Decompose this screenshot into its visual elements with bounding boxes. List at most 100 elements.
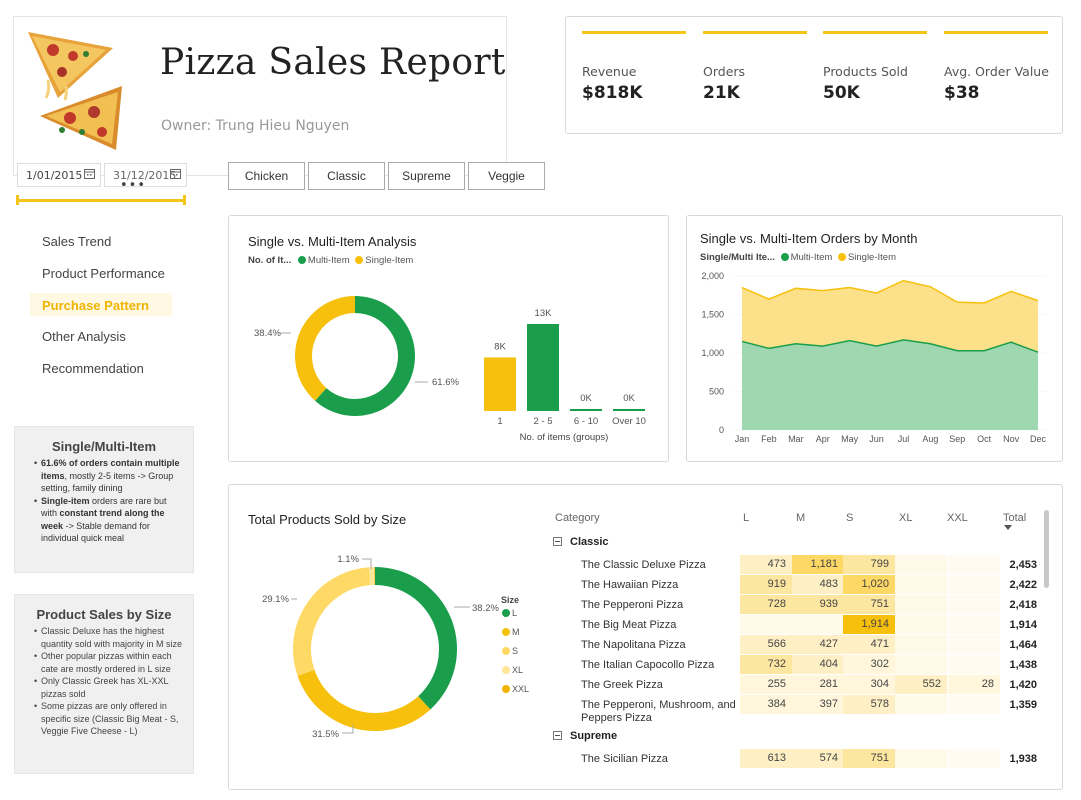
data-label: 61.6%	[432, 377, 459, 388]
table-cell-m: 427	[792, 635, 844, 654]
x-tick-label: Feb	[761, 434, 777, 444]
table-cell-xxl	[948, 749, 1000, 768]
data-label: 1.1%	[337, 554, 359, 565]
bar-data-label: 8K	[494, 341, 506, 352]
row-label: The Italian Capocollo Pizza	[581, 659, 715, 671]
table-cell-l: 728	[740, 595, 792, 614]
category-button-chicken[interactable]: Chicken	[228, 162, 305, 190]
table-cell-l: 384	[740, 695, 792, 714]
table-cell-s: 304	[843, 675, 895, 694]
row-total: 1,464	[1009, 639, 1037, 651]
nav-item-sales-trend[interactable]: Sales Trend	[42, 234, 111, 249]
column-header-total[interactable]: Total	[1003, 512, 1026, 524]
table-cell-l: 566	[740, 635, 792, 654]
row-total: 2,453	[1009, 559, 1037, 571]
legend-item-l: L	[512, 608, 517, 618]
collapse-icon[interactable]	[553, 731, 562, 740]
slider-handle-end[interactable]	[183, 195, 186, 205]
single-multi-panel: Single vs. Multi-Item Analysis No. of It…	[228, 215, 669, 462]
table-cell-xl	[895, 615, 947, 634]
nav-item-recommendation[interactable]: Recommendation	[42, 361, 144, 376]
category-button-classic[interactable]: Classic	[308, 162, 385, 190]
table-cell-m: 281	[792, 675, 844, 694]
note-size: Product Sales by Size Classic Deluxe has…	[14, 594, 194, 774]
legend-swatch-m	[502, 628, 510, 636]
y-tick-label: 2,000	[701, 271, 724, 281]
table-cell-l: 613	[740, 749, 792, 768]
table-cell-s: 799	[843, 555, 895, 574]
row-total: 1,359	[1009, 699, 1037, 711]
table-cell-xxl	[948, 555, 1000, 574]
date-range-slider[interactable]	[17, 199, 185, 202]
table-group-row[interactable]: Supreme	[553, 730, 617, 742]
table-group-row[interactable]: Classic	[553, 536, 609, 548]
calendar-icon[interactable]	[170, 168, 181, 179]
table-cell-xxl	[948, 595, 1000, 614]
bar-data-label: 0K	[623, 393, 635, 404]
kpi-value: 21K	[703, 83, 740, 103]
x-tick-label: 1	[497, 416, 502, 427]
table-cell-m: 1,181	[792, 555, 844, 574]
row-label: The Classic Deluxe Pizza	[581, 559, 706, 571]
column-header-l[interactable]: L	[743, 512, 749, 524]
kpi-products-sold: Products Sold 50K	[823, 31, 927, 103]
note-title: Single/Multi-Item	[52, 439, 156, 454]
column-header-category[interactable]: Category	[555, 512, 600, 524]
kpi-value: 50K	[823, 83, 860, 103]
row-label: The Greek Pizza	[581, 679, 663, 691]
table-cell-l: 732	[740, 655, 792, 674]
table-scrollbar[interactable]	[1044, 510, 1049, 588]
start-date-input[interactable]: 1/01/2015	[17, 163, 101, 187]
more-options-icon[interactable]: •••	[120, 178, 146, 193]
x-tick-label: 2 - 5	[533, 416, 552, 427]
note-title: Product Sales by Size	[36, 607, 172, 622]
table-cell-m: 574	[792, 749, 844, 768]
area-chart: 0 500 1,000 1,500 2,000 Jan Feb Mar Apr May Jun Jul…	[701, 271, 1046, 444]
bar-3	[613, 409, 645, 411]
table-cell-m: 397	[792, 695, 844, 714]
note-bullet: Some pizzas are only offered in specific…	[34, 700, 183, 738]
data-label: 29.1%	[262, 594, 289, 605]
category-button-supreme[interactable]: Supreme	[388, 162, 465, 190]
kpi-card: Revenue $818K Orders 21K Products Sold 5…	[565, 16, 1063, 134]
area-multi-item	[742, 339, 1038, 430]
table-cell-xxl	[948, 615, 1000, 634]
kpi-label: Products Sold	[823, 64, 908, 79]
category-button-veggie[interactable]: Veggie	[468, 162, 545, 190]
x-tick-label: May	[841, 434, 859, 444]
calendar-icon[interactable]	[84, 168, 95, 179]
x-tick-label: Aug	[922, 434, 938, 444]
table-cell-s: 751	[843, 749, 895, 768]
legend-swatch-xxl	[502, 685, 510, 693]
nav-item-product-performance[interactable]: Product Performance	[42, 266, 165, 281]
x-tick-label: Jun	[869, 434, 884, 444]
table-cell-m: 939	[792, 595, 844, 614]
group-label: Classic	[570, 536, 609, 548]
donut-slice-single-item	[295, 296, 355, 401]
legend-item-xxl: XXL	[512, 684, 529, 694]
x-tick-label: Apr	[816, 434, 830, 444]
nav-item-other-analysis[interactable]: Other Analysis	[42, 329, 126, 344]
note-bullet: Only Classic Greek has XL-XXL pizzas sol…	[34, 675, 183, 700]
nav-item-purchase-pattern[interactable]: Purchase Pattern	[42, 298, 149, 313]
row-total: 1,938	[1009, 753, 1037, 765]
column-header-s[interactable]: S	[846, 512, 853, 524]
kpi-value: $818K	[582, 83, 643, 103]
table-cell-xl: 552	[895, 675, 947, 694]
slider-handle-start[interactable]	[16, 195, 19, 205]
row-total: 1,914	[1009, 619, 1037, 631]
note-bullet: Classic Deluxe has the highest quantity …	[34, 625, 183, 650]
table-cell-l	[740, 615, 792, 634]
collapse-icon[interactable]	[553, 537, 562, 546]
legend-item-s: S	[512, 646, 518, 656]
sort-desc-icon[interactable]	[1004, 525, 1012, 530]
column-header-xl[interactable]: XL	[899, 512, 912, 524]
page-title: Pizza Sales Report	[160, 42, 506, 83]
kpi-label: Avg. Order Value	[944, 64, 1049, 79]
column-header-xxl[interactable]: XXL	[947, 512, 968, 524]
note-bullet: 61.6% of orders contain multiple items, …	[34, 457, 183, 495]
column-header-m[interactable]: M	[796, 512, 805, 524]
table-cell-xxl	[948, 575, 1000, 594]
x-tick-label: Mar	[788, 434, 804, 444]
legend-item-m: M	[512, 627, 520, 637]
